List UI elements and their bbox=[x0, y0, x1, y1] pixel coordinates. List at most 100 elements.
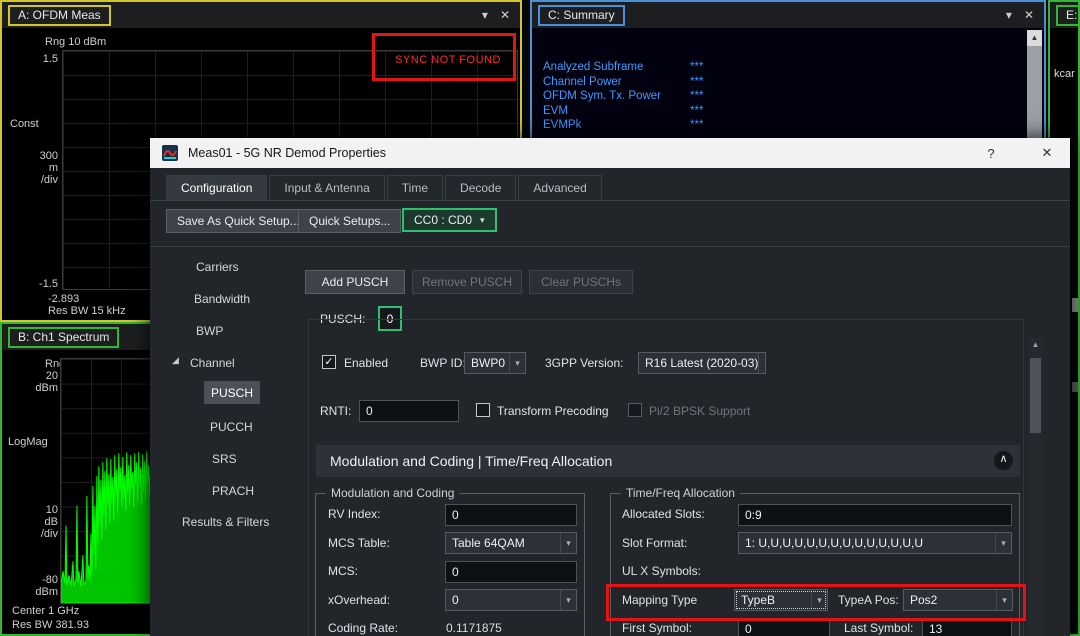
nav-item-channel[interactable]: Channel bbox=[190, 356, 235, 370]
rnti-label: RNTI: bbox=[320, 404, 352, 418]
summary-table: Analyzed Subframe *** Channel Power *** … bbox=[543, 60, 703, 133]
nav-item-results-filters[interactable]: Results & Filters bbox=[182, 515, 269, 529]
section-header: Modulation and Coding | Time/Freq Alloca… bbox=[316, 445, 1020, 477]
scrollbar-thumb[interactable] bbox=[1030, 358, 1041, 433]
gpp-version-label: 3GPP Version: bbox=[545, 356, 624, 370]
bwp-id-dropdown[interactable]: BWP0 ▾ bbox=[464, 352, 526, 374]
toolbar-separator bbox=[150, 246, 1070, 247]
nav-item-pusch[interactable]: PUSCH bbox=[204, 381, 260, 404]
slot-format-dropdown[interactable]: 1: U,U,U,U,U,U,U,U,U,U,U,U,U,U ▾ bbox=[738, 532, 1012, 554]
dialog-scrollbar[interactable]: ▲ bbox=[1028, 338, 1043, 636]
nav-item-srs[interactable]: SRS bbox=[212, 452, 237, 466]
window-b-title: B: Ch1 Spectrum bbox=[8, 326, 120, 348]
dropdown-arrow-icon: ▾ bbox=[480, 214, 485, 225]
rv-index-input[interactable]: 0 bbox=[445, 504, 577, 526]
nav-item-carriers[interactable]: Carriers bbox=[196, 260, 239, 274]
nav-item-pucch[interactable]: PUCCH bbox=[210, 420, 253, 434]
dialog-title: Meas01 - 5G NR Demod Properties bbox=[188, 146, 386, 160]
summary-row: Analyzed Subframe *** bbox=[543, 61, 704, 73]
clear-puschs-button[interactable]: Clear PUSCHs bbox=[529, 270, 633, 294]
close-icon[interactable]: ✕ bbox=[1024, 8, 1034, 22]
coding-rate-value: 0.1171875 bbox=[446, 621, 502, 635]
coding-rate-label: Coding Rate: bbox=[328, 621, 399, 635]
save-as-quick-setup-button[interactable]: Save As Quick Setup... bbox=[166, 209, 311, 233]
pi2-bpsk-label: Pi/2 BPSK Support bbox=[649, 404, 751, 418]
check-icon: ✓ bbox=[324, 356, 334, 368]
center-freq-label: Center 1 GHz bbox=[12, 605, 80, 617]
scale-per-div: 10 dB /div bbox=[40, 504, 58, 540]
window-c-title: C: Summary bbox=[538, 4, 625, 26]
scroll-up-icon[interactable]: ▲ bbox=[1027, 30, 1042, 46]
window-e-fragment bbox=[1072, 382, 1078, 392]
trace-format-label: Const bbox=[10, 118, 39, 130]
summary-row: EVMPk *** bbox=[543, 119, 704, 131]
dropdown-arrow-icon: ▾ bbox=[560, 533, 576, 553]
collapse-icon[interactable]: ▾ bbox=[482, 8, 488, 22]
window-e-title: E: O bbox=[1056, 4, 1078, 26]
dropdown-arrow-icon: ▾ bbox=[560, 590, 576, 610]
allocated-slots-input[interactable]: 0:9 bbox=[738, 504, 1012, 526]
tabs-underline bbox=[150, 200, 1070, 201]
vsa-desktop: A: OFDM Meas ▾ ✕ Rng 10 dBm 1.5 Const 30… bbox=[0, 0, 1080, 636]
close-icon[interactable]: ✕ bbox=[1036, 145, 1058, 161]
transform-precoding-checkbox[interactable] bbox=[476, 403, 490, 417]
y-axis-min: -80 dBm bbox=[35, 574, 58, 598]
rv-index-label: RV Index: bbox=[328, 507, 381, 521]
tab-time[interactable]: Time bbox=[386, 175, 444, 201]
tab-decode[interactable]: Decode bbox=[445, 175, 517, 201]
allocated-slots-label: Allocated Slots: bbox=[622, 507, 705, 521]
section-collapse-button[interactable]: ∧ bbox=[994, 451, 1013, 470]
first-symbol-label: First Symbol: bbox=[622, 621, 693, 635]
y-axis-max: 20 dBm bbox=[35, 370, 58, 394]
mcs-input[interactable]: 0 bbox=[445, 561, 577, 583]
dropdown-arrow-icon: ▾ bbox=[758, 353, 765, 373]
x-axis-start: -2.893 bbox=[48, 293, 80, 305]
help-icon[interactable]: ? bbox=[980, 146, 1002, 161]
tab-input-antenna[interactable]: Input & Antenna bbox=[269, 175, 385, 201]
window-c-titlebar[interactable]: C: Summary ▾ ✕ bbox=[532, 2, 1044, 28]
res-bw-label: Res BW 15 kHz bbox=[48, 305, 126, 317]
demod-properties-dialog: Meas01 - 5G NR Demod Properties ? ✕ Conf… bbox=[150, 138, 1070, 636]
remove-pusch-button[interactable]: Remove PUSCH bbox=[412, 270, 522, 294]
gpp-version-dropdown[interactable]: R16 Latest (2020-03) ▾ bbox=[638, 352, 766, 374]
nav-item-bandwidth[interactable]: Bandwidth bbox=[194, 292, 250, 306]
quick-setups-button[interactable]: Quick Setups... bbox=[298, 209, 402, 233]
enabled-checkbox[interactable]: ✓ bbox=[322, 355, 336, 369]
tab-configuration[interactable]: Configuration bbox=[166, 175, 268, 201]
transform-precoding-label: Transform Precoding bbox=[497, 404, 609, 418]
window-e-titlebar[interactable]: E: O bbox=[1050, 2, 1078, 28]
mcs-table-label: MCS Table: bbox=[328, 536, 390, 550]
pi2-bpsk-checkbox bbox=[628, 403, 642, 417]
nav-item-prach[interactable]: PRACH bbox=[212, 484, 254, 498]
mcs-table-dropdown[interactable]: Table 64QAM ▾ bbox=[445, 532, 577, 554]
ul-x-symbols-label: UL X Symbols: bbox=[622, 564, 701, 578]
collapse-icon[interactable]: ▾ bbox=[1006, 8, 1012, 22]
summary-row: Channel Power *** bbox=[543, 75, 704, 88]
slot-format-label: Slot Format: bbox=[622, 536, 688, 550]
chevron-up-icon: ∧ bbox=[999, 453, 1008, 465]
tree-expanded-icon[interactable]: ◢ bbox=[172, 355, 179, 366]
last-symbol-label: Last Symbol: bbox=[844, 621, 914, 635]
mapping-annotation-box bbox=[606, 584, 1026, 621]
group-legend: Modulation and Coding bbox=[326, 486, 460, 500]
window-a-titlebar[interactable]: A: OFDM Meas ▾ ✕ bbox=[2, 2, 520, 28]
bwp-id-label: BWP ID: bbox=[420, 356, 466, 370]
summary-row: EVM *** bbox=[543, 104, 704, 117]
cc-selector-dropdown[interactable]: CC0 : CD0 ▾ bbox=[402, 208, 497, 232]
scale-per-div: 300 m /div bbox=[39, 150, 58, 186]
rnti-input[interactable]: 0 bbox=[359, 400, 459, 422]
dialog-titlebar[interactable]: Meas01 - 5G NR Demod Properties ? ✕ bbox=[150, 138, 1070, 168]
y-axis-max: 1.5 bbox=[42, 53, 58, 65]
xoverhead-dropdown[interactable]: 0 ▾ bbox=[445, 589, 577, 611]
enabled-label: Enabled bbox=[344, 356, 389, 370]
close-icon[interactable]: ✕ bbox=[500, 8, 510, 22]
tab-advanced[interactable]: Advanced bbox=[518, 175, 602, 201]
res-bw-label: Res BW 381.93 bbox=[12, 619, 90, 631]
xoverhead-label: xOverhead: bbox=[328, 593, 391, 607]
scroll-up-icon[interactable]: ▲ bbox=[1028, 338, 1043, 352]
sync-annotation-box bbox=[372, 33, 516, 81]
nav-item-bwp[interactable]: BWP bbox=[196, 324, 223, 338]
add-pusch-button[interactable]: Add PUSCH bbox=[305, 270, 405, 294]
y-axis-min: -1.5 bbox=[39, 278, 58, 290]
dropdown-arrow-icon: ▾ bbox=[509, 353, 525, 373]
